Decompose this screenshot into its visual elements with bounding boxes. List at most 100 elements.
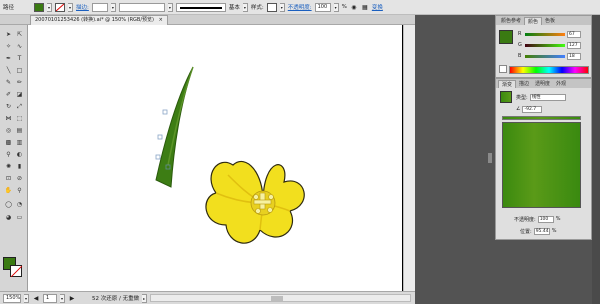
- none-color-icon[interactable]: [499, 65, 507, 73]
- variable-width-dropdown[interactable]: ▾: [167, 2, 173, 12]
- blend-tool-icon[interactable]: ◐: [14, 150, 25, 159]
- status-info: 52 次还原 / 无重做: [92, 296, 140, 302]
- blob-brush-tool-icon[interactable]: ✐: [3, 90, 14, 99]
- lasso-tool-icon[interactable]: ∿: [14, 42, 25, 51]
- zoom-level[interactable]: 150%: [3, 293, 21, 303]
- column-graph-tool-icon[interactable]: ▮: [14, 162, 25, 171]
- g-slider[interactable]: [525, 43, 565, 47]
- pen-tool-icon[interactable]: ✒: [3, 54, 14, 63]
- gradient-type-select[interactable]: 线性: [529, 93, 566, 101]
- gradient-tool-icon[interactable]: ▥: [14, 138, 25, 147]
- gradient-preview-swatch[interactable]: [500, 91, 512, 103]
- tab-color[interactable]: 颜色: [524, 17, 543, 25]
- illustrator-window: 路径 ▾ ▾ 描边: ▾ ▾ 基本 ▾ 样式: ▾ 不透明度: 100 ▾ % …: [0, 0, 600, 304]
- gradient-location-percent: %: [551, 228, 557, 234]
- tab-color-guide[interactable]: 颜色参考: [498, 17, 524, 25]
- opacity-label[interactable]: 不透明度:: [288, 3, 312, 11]
- transform-link[interactable]: 变换: [372, 3, 383, 11]
- eraser-tool-icon[interactable]: ◪: [14, 90, 25, 99]
- gradient-opacity-percent: %: [555, 216, 561, 222]
- status-info-dropdown[interactable]: ▸: [142, 293, 148, 303]
- stroke-weight-dropdown[interactable]: ▾: [110, 2, 116, 12]
- stroke-label[interactable]: 描边:: [76, 3, 89, 11]
- flower-shape[interactable]: [205, 160, 305, 244]
- draw-inside-icon[interactable]: ◕: [3, 213, 14, 222]
- artboard-dropdown[interactable]: ▾: [60, 293, 65, 303]
- g-slider-row: G 127: [518, 41, 588, 49]
- artboard-number[interactable]: 1: [43, 293, 57, 303]
- mesh-tool-icon[interactable]: ▩: [3, 138, 14, 147]
- tab-transparency[interactable]: 透明度: [532, 80, 553, 88]
- next-artboard-icon[interactable]: ▶: [68, 294, 76, 302]
- angle-icon: ∠: [516, 106, 521, 112]
- zoom-dropdown[interactable]: ▾: [24, 293, 29, 303]
- tab-stroke[interactable]: 描边: [516, 80, 532, 88]
- variable-width-profile[interactable]: [118, 2, 165, 12]
- stroke-color-box[interactable]: [10, 265, 22, 277]
- color-spectrum[interactable]: [509, 66, 589, 74]
- stroke-weight-input[interactable]: [91, 2, 108, 12]
- shape-builder-tool-icon[interactable]: ◎: [3, 126, 14, 135]
- recolor-artwork-icon[interactable]: ◉: [350, 3, 358, 11]
- artboard-tool-icon[interactable]: ⊡: [3, 174, 14, 183]
- rectangle-tool-icon[interactable]: □: [14, 66, 25, 75]
- stroke-dropdown-arrow[interactable]: ▾: [68, 2, 74, 12]
- type-tool-icon[interactable]: T: [14, 54, 25, 63]
- pencil-tool-icon[interactable]: ✏: [14, 78, 25, 87]
- selection-tool-icon[interactable]: ➤: [3, 30, 14, 39]
- gradient-slider[interactable]: [502, 116, 581, 120]
- graphic-style-swatch[interactable]: [266, 2, 277, 12]
- brush-definition[interactable]: [175, 2, 226, 12]
- fill-dropdown-arrow[interactable]: ▾: [47, 2, 53, 12]
- eyedropper-tool-icon[interactable]: ⚲: [3, 150, 14, 159]
- magic-wand-tool-icon[interactable]: ✧: [3, 42, 14, 51]
- draw-behind-icon[interactable]: ◔: [14, 200, 25, 209]
- rotate-tool-icon[interactable]: ↻: [3, 102, 14, 111]
- screen-mode-icon[interactable]: ▭: [14, 213, 25, 222]
- color-fill-swatch[interactable]: [499, 30, 513, 44]
- gradient-angle-input[interactable]: -92.7: [522, 105, 543, 113]
- graphic-style-dropdown[interactable]: ▾: [279, 2, 285, 12]
- panel-collapse-handle[interactable]: [488, 153, 492, 163]
- tab-swatches[interactable]: 色板: [542, 17, 558, 25]
- perspective-grid-tool-icon[interactable]: ▤: [14, 126, 25, 135]
- opacity-dropdown[interactable]: ▾: [333, 2, 339, 12]
- zoom-tool-icon[interactable]: ⚲: [14, 186, 25, 195]
- artwork[interactable]: [28, 25, 415, 291]
- paintbrush-tool-icon[interactable]: ✎: [3, 78, 14, 87]
- symbol-sprayer-tool-icon[interactable]: ✺: [3, 162, 14, 171]
- tab-gradient[interactable]: 渐变: [498, 80, 517, 88]
- tools-panel: ➤ ⇱ ✧ ∿ ✒ T ╲ □ ✎ ✏ ✐ ◪ ↻ ⤢ ⋈ ⬚ ◎ ▤ ▩ ▥ …: [0, 25, 28, 291]
- status-bar: 150% ▾ ◀ 1 ▾ ▶ 52 次还原 / 无重做 ▸: [0, 291, 415, 304]
- gradient-panel: 渐变 描边 透明度 外观 类型: 线性 ∠ -92.7 不透明度: 100 % …: [495, 78, 592, 240]
- document-tab[interactable]: 20070101253426 (转换).ai* @ 150% (RGB/预览) …: [30, 15, 168, 25]
- leaf-shape[interactable]: [155, 66, 194, 188]
- close-tab-icon[interactable]: ×: [159, 17, 163, 23]
- brush-dropdown[interactable]: ▾: [242, 2, 248, 12]
- line-tool-icon[interactable]: ╲: [3, 66, 14, 75]
- slice-tool-icon[interactable]: ⊘: [14, 174, 25, 183]
- gradient-ramp-preview[interactable]: [502, 122, 581, 208]
- artboard-canvas[interactable]: [28, 25, 415, 291]
- gradient-location-input[interactable]: 95.44: [533, 227, 550, 235]
- horizontal-scrollbar[interactable]: [150, 294, 411, 302]
- b-slider[interactable]: [525, 54, 565, 58]
- first-artboard-icon[interactable]: ◀: [32, 294, 40, 302]
- free-transform-tool-icon[interactable]: ⬚: [14, 114, 25, 123]
- direct-selection-tool-icon[interactable]: ⇱: [14, 30, 25, 39]
- vertical-scrollbar[interactable]: [403, 25, 415, 291]
- stroke-swatch[interactable]: [55, 2, 66, 12]
- tab-appearance[interactable]: 外观: [553, 80, 569, 88]
- hand-tool-icon[interactable]: ✋: [3, 186, 14, 195]
- b-value[interactable]: 18: [567, 52, 581, 60]
- g-value[interactable]: 127: [567, 41, 581, 49]
- gradient-opacity-input[interactable]: 100: [537, 215, 554, 223]
- scale-tool-icon[interactable]: ⤢: [14, 102, 25, 111]
- r-slider[interactable]: [525, 32, 565, 36]
- draw-normal-icon[interactable]: ◯: [3, 200, 14, 209]
- fill-swatch[interactable]: [34, 2, 45, 12]
- opacity-input[interactable]: 100: [314, 2, 331, 12]
- width-tool-icon[interactable]: ⋈: [3, 114, 14, 123]
- r-value[interactable]: 67: [567, 30, 581, 38]
- align-icon[interactable]: ▦: [361, 3, 369, 11]
